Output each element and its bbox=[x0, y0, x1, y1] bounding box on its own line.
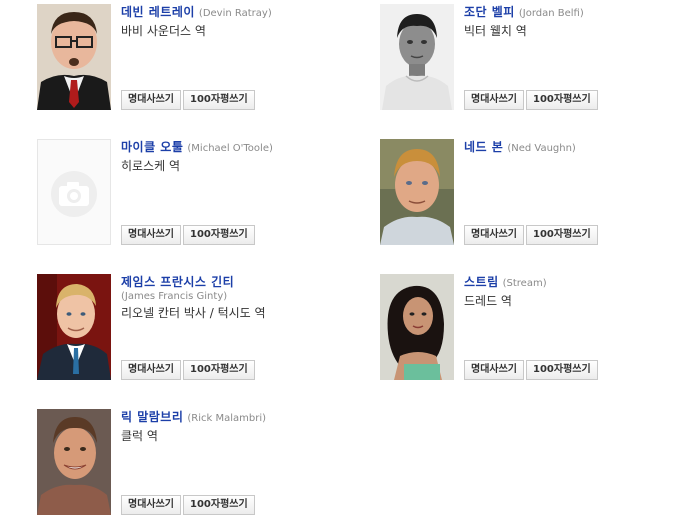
write-quote-button[interactable]: 명대사쓰기 bbox=[464, 225, 524, 245]
actor-name[interactable]: 조단 벨피 bbox=[464, 5, 515, 19]
cast-item: 조단 벨피 (Jordan Belfi) 빅터 웰치 역 명대사쓰기 100자평쓰기 bbox=[380, 4, 680, 116]
write-quote-button[interactable]: 명대사쓰기 bbox=[121, 90, 181, 110]
write-quote-button[interactable]: 명대사쓰기 bbox=[464, 90, 524, 110]
write-quote-button[interactable]: 명대사쓰기 bbox=[121, 360, 181, 380]
role-name: 드레드 역 bbox=[464, 294, 512, 308]
role-name: 빅터 웰치 역 bbox=[464, 24, 527, 38]
write-review-button[interactable]: 100자평쓰기 bbox=[526, 360, 598, 380]
write-quote-button[interactable]: 명대사쓰기 bbox=[121, 225, 181, 245]
actor-name-en: (Rick Malambri) bbox=[187, 413, 267, 424]
no-photo-camera-icon[interactable] bbox=[37, 139, 111, 245]
actor-name[interactable]: 스트림 bbox=[464, 275, 499, 289]
actor-name-en: (Devin Ratray) bbox=[198, 8, 272, 19]
write-review-button[interactable]: 100자평쓰기 bbox=[183, 90, 255, 110]
cast-item: 제임스 프란시스 긴티 (James Francis Ginty) 리오넬 칸터… bbox=[37, 274, 337, 386]
actor-name-en: (Ned Vaughn) bbox=[507, 143, 576, 154]
write-quote-button[interactable]: 명대사쓰기 bbox=[464, 360, 524, 380]
actor-name[interactable]: 데빈 레트레이 bbox=[121, 5, 195, 19]
cast-item: 릭 말람브리 (Rick Malambri) 클럭 역 명대사쓰기 100자평쓰기 bbox=[37, 409, 337, 521]
stream-photo[interactable] bbox=[380, 274, 454, 380]
write-review-button[interactable]: 100자평쓰기 bbox=[183, 495, 255, 515]
cast-item: 스트림 (Stream) 드레드 역 명대사쓰기 100자평쓰기 bbox=[380, 274, 680, 386]
devin-ratray-photo[interactable] bbox=[37, 4, 111, 110]
role-name: 바비 사운더스 역 bbox=[121, 24, 206, 38]
actor-name-en: (Stream) bbox=[502, 278, 547, 289]
rick-malambri-photo[interactable] bbox=[37, 409, 111, 515]
write-review-button[interactable]: 100자평쓰기 bbox=[526, 90, 598, 110]
actor-name[interactable]: 네드 본 bbox=[464, 140, 503, 154]
james-ginty-photo[interactable] bbox=[37, 274, 111, 380]
cast-item: 데빈 레트레이 (Devin Ratray) 바비 사운더스 역 명대사쓰기 100… bbox=[37, 4, 337, 116]
cast-item: 네드 본 (Ned Vaughn) 명대사쓰기 100자평쓰기 bbox=[380, 139, 680, 251]
write-review-button[interactable]: 100자평쓰기 bbox=[183, 360, 255, 380]
actor-name[interactable]: 마이클 오툴 bbox=[121, 140, 183, 154]
ned-vaughn-photo[interactable] bbox=[380, 139, 454, 245]
jordan-belfi-photo[interactable] bbox=[380, 4, 454, 110]
write-review-button[interactable]: 100자평쓰기 bbox=[526, 225, 598, 245]
write-review-button[interactable]: 100자평쓰기 bbox=[183, 225, 255, 245]
write-quote-button[interactable]: 명대사쓰기 bbox=[121, 495, 181, 515]
actor-name[interactable]: 제임스 프란시스 긴티 bbox=[121, 275, 234, 289]
role-name: 리오넬 칸터 박사 / 턱시도 역 bbox=[121, 306, 266, 320]
actor-name-en: (Jordan Belfi) bbox=[518, 8, 584, 19]
role-name: 히로스케 역 bbox=[121, 159, 181, 173]
role-name: 클럭 역 bbox=[121, 429, 158, 443]
cast-item: 마이클 오툴 (Michael O'Toole) 히로스케 역 명대사쓰기 100자… bbox=[37, 139, 337, 251]
actor-name-en: (Michael O'Toole) bbox=[187, 143, 273, 154]
actor-name-en: (James Francis Ginty) bbox=[121, 291, 228, 302]
actor-name[interactable]: 릭 말람브리 bbox=[121, 410, 183, 424]
